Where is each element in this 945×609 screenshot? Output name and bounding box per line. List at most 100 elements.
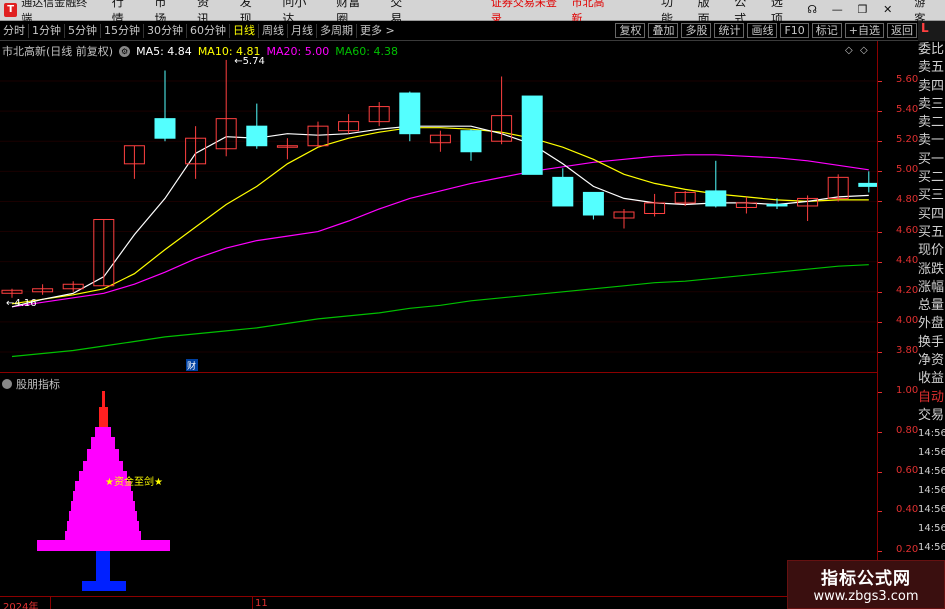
quote-panel-row: 卖三 — [918, 96, 945, 112]
price-tick-mark — [878, 111, 882, 113]
quote-panel-row: 交易 — [918, 407, 945, 423]
collapse-circle-icon[interactable] — [2, 379, 12, 389]
ma5-value: MA5: 4.84 — [136, 44, 192, 58]
candle-body — [582, 191, 604, 216]
time-axis-year: 2024年 — [3, 602, 39, 609]
candle-body — [521, 95, 543, 175]
ma5-line — [11, 125, 869, 308]
price-tick-mark — [878, 321, 882, 323]
signal-top-block — [99, 407, 108, 427]
quote-panel-row: 14:56 — [918, 466, 945, 478]
quote-panel-row: 卖一 — [918, 133, 945, 149]
quote-panel-row: 涨跌 — [918, 261, 945, 277]
back-button[interactable]: 返回 — [887, 23, 917, 38]
quote-panel-row: 14:56 — [918, 504, 945, 516]
period-weekly[interactable]: 周线 — [259, 23, 288, 38]
price-tick-mark — [878, 201, 882, 203]
level-badge: L — [921, 21, 929, 35]
close-icon[interactable]: ✕ — [881, 3, 894, 17]
price-tick-label: 4.00 — [896, 314, 919, 326]
period-15min[interactable]: 15分钟 — [101, 23, 144, 38]
mark-button[interactable]: 标记 — [811, 23, 842, 38]
quote-panel-row: 14:56 — [918, 523, 945, 535]
overlay-button[interactable]: 叠加 — [648, 23, 679, 38]
indicator-tick-label: 0.40 — [896, 504, 919, 516]
quote-panel-row: 买三 — [918, 188, 945, 204]
sub-chart-info: 股朋指标 — [2, 376, 60, 392]
minimize-icon[interactable]: — — [831, 3, 844, 17]
stats-button[interactable]: 统计 — [714, 23, 745, 38]
time-axis-tick — [50, 597, 51, 609]
quote-panel-row: 卖四 — [918, 78, 945, 94]
main-chart-info: 市北高新(日线 前复权) ⚙ MA5: 4.84 MA10: 4.81 MA20… — [2, 43, 398, 59]
period-monthly[interactable]: 月线 — [288, 23, 317, 38]
ma60-value: MA60: 4.38 — [335, 44, 398, 58]
price-tick-label: 4.20 — [896, 284, 919, 296]
price-tick-mark — [878, 141, 882, 143]
signal-stem — [96, 551, 110, 581]
chart-stock-title: 市北高新(日线 前复权) — [2, 45, 114, 58]
period-timeshare[interactable]: 分时 — [0, 23, 29, 38]
candlestick-chart[interactable]: ←5.74←4.16财◇ ◇ — [0, 41, 878, 372]
indicator-tick-mark — [878, 471, 882, 473]
quote-panel-row: 14:56 — [918, 428, 945, 440]
price-tick-label: 4.60 — [896, 224, 919, 236]
quote-panel-row: 买四 — [918, 206, 945, 222]
quote-panel-row: 自动 — [918, 389, 945, 405]
candle-body — [246, 125, 268, 147]
quote-panel-header: L — [918, 21, 945, 41]
ma20-value: MA20: 5.00 — [266, 44, 330, 58]
watermark-logo: 指标公式网 www.zbgs3.com — [787, 560, 945, 609]
candle-body — [460, 130, 482, 153]
quote-panel-row: 净资 — [918, 353, 945, 369]
signal-foot — [82, 581, 126, 591]
period-5min[interactable]: 5分钟 — [65, 23, 101, 38]
restore-icon[interactable]: ❐ — [856, 3, 869, 17]
period-multi[interactable]: 多周期 — [317, 23, 357, 38]
time-axis-tick — [252, 597, 253, 609]
indicator-chart[interactable]: ★资金至剑★ — [0, 373, 878, 596]
candle-body — [766, 203, 788, 207]
indicator-name: 股朋指标 — [16, 378, 60, 391]
signal-spike — [102, 391, 105, 407]
adjust-button[interactable]: 复权 — [615, 23, 646, 38]
period-more[interactable]: 更多 > — [357, 24, 398, 38]
signal-label: ★资金至剑★ — [105, 475, 163, 488]
indicator-tick-mark — [878, 392, 882, 393]
quote-panel-row: 买五 — [918, 224, 945, 240]
diamond-icon: ◇ — [860, 45, 868, 56]
indicator-tick-mark — [878, 511, 882, 513]
app-logo-icon: T — [4, 3, 18, 17]
price-tick-label: 4.40 — [896, 254, 919, 266]
period-1min[interactable]: 1分钟 — [29, 23, 65, 38]
candle-body — [705, 190, 727, 207]
quote-panel-row: 买二 — [918, 170, 945, 186]
candle-body — [552, 176, 574, 207]
price-tick-mark — [878, 231, 882, 233]
period-daily[interactable]: 日线 — [230, 23, 259, 38]
quote-panel-row: 卖二 — [918, 115, 945, 131]
f10-button[interactable]: F10 — [780, 23, 809, 38]
headset-icon[interactable]: ☊ — [806, 3, 819, 17]
low-price-label: ←4.16 — [6, 298, 37, 309]
price-tick-label: 5.60 — [896, 74, 919, 85]
quote-panel-row: 14:56 — [918, 447, 945, 459]
period-30min[interactable]: 30分钟 — [144, 23, 187, 38]
watermark-title: 指标公式网 — [821, 569, 911, 589]
draw-button[interactable]: 画线 — [747, 23, 778, 38]
multi-stock-button[interactable]: 多股 — [681, 23, 712, 38]
add-watchlist-button[interactable]: +自选 — [844, 23, 884, 38]
quote-panel-row: 14:56 — [918, 542, 945, 554]
quote-panel-row: 买一 — [918, 151, 945, 167]
candle-body — [399, 92, 421, 135]
ma10-value: MA10: 4.81 — [197, 44, 261, 58]
price-tick-label: 4.80 — [896, 194, 919, 206]
period-60min[interactable]: 60分钟 — [187, 23, 230, 38]
quote-panel-row: 换手 — [918, 334, 945, 350]
price-tick-label: 3.80 — [896, 345, 919, 356]
ma20-line — [11, 154, 869, 308]
candle-body — [154, 118, 176, 139]
settings-circle-icon[interactable]: ⚙ — [119, 45, 131, 57]
quote-panel-row: 外盘 — [918, 316, 945, 332]
indicator-tick-label: 0.20 — [896, 544, 919, 555]
